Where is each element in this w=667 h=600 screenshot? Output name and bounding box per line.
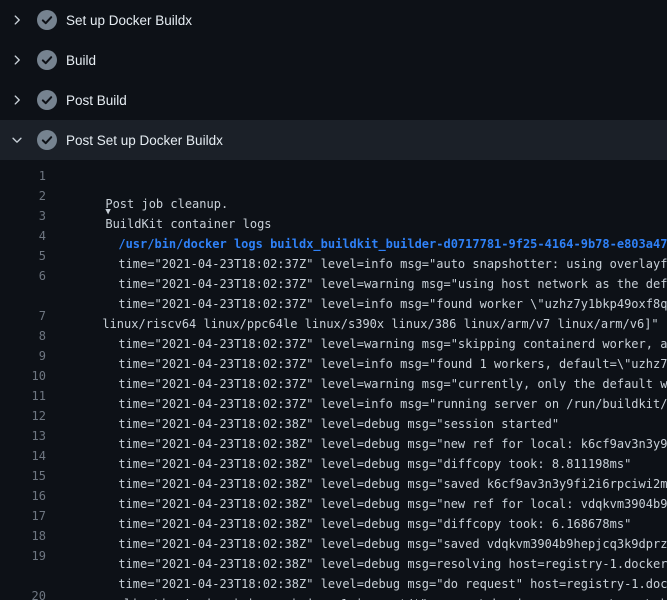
log-line-number[interactable]: 7 — [0, 309, 46, 329]
log-line: 20 ▼ time="2021-04-23T18:02:38Z" level=d… — [0, 589, 667, 600]
chevron-right-icon — [10, 53, 24, 67]
chevron-down-icon — [10, 133, 24, 147]
step-header-post-build[interactable]: Post Build — [0, 80, 667, 120]
log-line-number[interactable]: 11 — [0, 389, 46, 409]
steps-list: Set up Docker Buildx Build — [0, 0, 667, 160]
log-line: 2 ▼ BuildKit container logs — [0, 189, 667, 209]
log-line-number[interactable]: 15 — [0, 469, 46, 489]
log-line: 19 ▼ time="2021-04-23T18:02:38Z" level=d… — [0, 549, 667, 569]
step-label: Build — [66, 53, 96, 68]
log-line-number[interactable]: 3 — [0, 209, 46, 229]
log-line-number[interactable]: 18 — [0, 529, 46, 549]
step-header-build[interactable]: Build — [0, 40, 667, 80]
log-line-number[interactable]: 19 — [0, 549, 46, 569]
log-line: 18 ▼ time="2021-04-23T18:02:38Z" level=d… — [0, 529, 667, 549]
log-line: 17 ▼ time="2021-04-23T18:02:38Z" level=d… — [0, 509, 667, 529]
chevron-right-icon — [10, 93, 24, 107]
step-header-set-up-docker-buildx[interactable]: Set up Docker Buildx — [0, 0, 667, 40]
log-line-number — [0, 569, 46, 589]
log-viewer: 1 ▼ Post job cleanup. 2 ▼ BuildKit conta… — [0, 160, 667, 600]
log-line: ▼ application/vnd.oci.image.index.v1+jso… — [0, 569, 667, 589]
check-circle-icon — [37, 50, 57, 70]
log-line-number[interactable]: 2 — [0, 189, 46, 209]
log-line: 8 ▼ time="2021-04-23T18:02:37Z" level=in… — [0, 329, 667, 349]
log-line: 4 ▼ time="2021-04-23T18:02:37Z" level=in… — [0, 229, 667, 249]
step-label: Set up Docker Buildx — [66, 13, 192, 28]
log-line-number[interactable]: 20 — [0, 589, 46, 600]
log-line: 12 ▼ time="2021-04-23T18:02:38Z" level=d… — [0, 409, 667, 429]
log-line: 1 ▼ Post job cleanup. — [0, 169, 667, 189]
log-line-number[interactable]: 10 — [0, 369, 46, 389]
chevron-right-icon — [10, 13, 24, 27]
log-line-number[interactable]: 8 — [0, 329, 46, 349]
log-line: 3 ▼ /usr/bin/docker logs buildx_buildkit… — [0, 209, 667, 229]
log-line-number[interactable]: 16 — [0, 489, 46, 509]
log-line-number[interactable]: 4 — [0, 229, 46, 249]
log-line-number[interactable]: 1 — [0, 169, 46, 189]
log-line-number[interactable]: 14 — [0, 449, 46, 469]
check-circle-icon — [37, 10, 57, 30]
log-line: ▼ linux/riscv64 linux/ppc64le linux/s390… — [0, 289, 667, 309]
log-line-number[interactable]: 17 — [0, 509, 46, 529]
log-line: 9 ▼ time="2021-04-23T18:02:37Z" level=wa… — [0, 349, 667, 369]
log-line-number[interactable]: 6 — [0, 269, 46, 289]
log-line: 6 ▼ time="2021-04-23T18:02:37Z" level=in… — [0, 269, 667, 289]
step-label: Post Build — [66, 93, 127, 108]
log-line: 15 ▼ time="2021-04-23T18:02:38Z" level=d… — [0, 469, 667, 489]
log-line-number[interactable]: 13 — [0, 429, 46, 449]
log-line-number[interactable]: 12 — [0, 409, 46, 429]
log-line: 14 ▼ time="2021-04-23T18:02:38Z" level=d… — [0, 449, 667, 469]
log-line: 13 ▼ time="2021-04-23T18:02:38Z" level=d… — [0, 429, 667, 449]
step-label: Post Set up Docker Buildx — [66, 133, 223, 148]
check-circle-icon — [37, 90, 57, 110]
log-line: 10 ▼ time="2021-04-23T18:02:37Z" level=i… — [0, 369, 667, 389]
log-line-number — [0, 289, 46, 309]
step-header-post-set-up-docker-buildx[interactable]: Post Set up Docker Buildx — [0, 120, 667, 160]
log-line-number[interactable]: 9 — [0, 349, 46, 369]
check-circle-icon — [37, 130, 57, 150]
log-line: 5 ▼ time="2021-04-23T18:02:37Z" level=wa… — [0, 249, 667, 269]
log-line: 7 ▼ time="2021-04-23T18:02:37Z" level=wa… — [0, 309, 667, 329]
log-line: 16 ▼ time="2021-04-23T18:02:38Z" level=d… — [0, 489, 667, 509]
log-line-number[interactable]: 5 — [0, 249, 46, 269]
